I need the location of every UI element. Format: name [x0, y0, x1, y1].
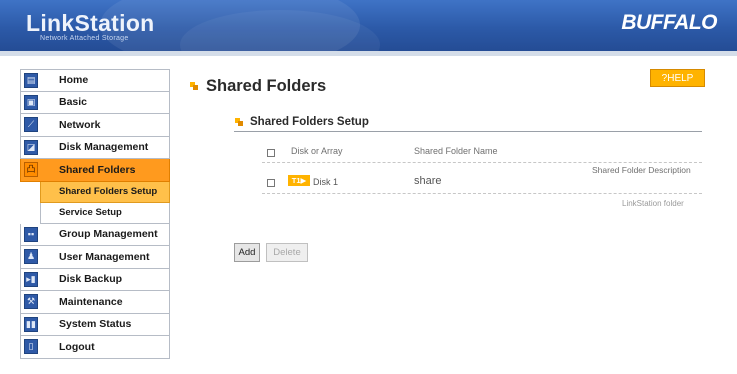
user-icon: ♟: [24, 249, 38, 264]
section-title: Shared Folders Setup: [250, 116, 369, 128]
table-divider: [262, 193, 702, 194]
maintenance-icon: ⚒: [24, 294, 38, 309]
page-title: Shared Folders: [206, 77, 327, 95]
sidebar-item-disk-backup[interactable]: ▸▮ Disk Backup: [20, 268, 170, 291]
sidebar-item-maintenance[interactable]: ⚒ Maintenance: [20, 291, 170, 314]
column-header-disk: Disk or Array: [291, 146, 343, 156]
sidebar-item-basic[interactable]: ▣ Basic: [20, 91, 170, 114]
sidebar-item-label: Disk Management: [59, 141, 149, 154]
section-divider: [234, 131, 702, 132]
shared-folders-icon: 凸: [24, 162, 38, 177]
table-divider: [262, 162, 702, 163]
sidebar-nav: ▤ Home ▣ Basic ⟋ Network ◪ Disk Manageme…: [20, 69, 170, 359]
row-disk: Disk 1: [313, 177, 339, 187]
backup-icon: ▸▮: [24, 271, 38, 287]
sidebar-item-label: Logout: [59, 340, 95, 353]
sidebar-item-home[interactable]: ▤ Home: [20, 69, 170, 92]
linkstation-logo: LinkStation: [26, 10, 155, 36]
sidebar-subitem-label: Shared Folders Setup: [59, 186, 158, 197]
header-divider: [0, 51, 737, 56]
column-header-description: Shared Folder Description: [592, 165, 691, 175]
buffalo-logo: BUFFALO: [621, 11, 717, 34]
delete-button[interactable]: Delete: [266, 243, 308, 262]
sidebar-subitem-shared-folders-setup[interactable]: Shared Folders Setup: [40, 181, 170, 203]
logout-icon: ▯: [24, 339, 38, 354]
sidebar-item-label: Maintenance: [59, 295, 123, 308]
sidebar-item-label: Home: [59, 74, 89, 87]
section-bullet-icon: [235, 118, 243, 126]
sidebar-item-label: Group Management: [59, 228, 158, 241]
network-icon: ⟋: [24, 117, 38, 132]
sidebar-subitem-label: Service Setup: [59, 207, 122, 218]
title-bullet-icon: [190, 82, 198, 90]
sidebar-item-label: Disk Backup: [59, 273, 123, 286]
sidebar-item-network[interactable]: ⟋ Network: [20, 114, 170, 137]
status-icon: ▮▮: [24, 316, 38, 332]
sidebar-item-label: Network: [59, 118, 101, 131]
group-icon: ▪▪: [24, 226, 38, 242]
help-button[interactable]: ?HELP: [650, 69, 705, 87]
sidebar-subitem-service-setup[interactable]: Service Setup: [40, 202, 170, 224]
logo-subtitle: Network Attached Storage: [40, 35, 129, 42]
sidebar-item-label: Shared Folders: [59, 163, 136, 176]
sidebar-item-label: Basic: [59, 96, 88, 109]
basic-icon: ▣: [24, 94, 38, 110]
sidebar-item-group-management[interactable]: ▪▪ Group Management: [20, 223, 170, 246]
row-description: LinkStation folder: [622, 199, 684, 208]
sidebar-item-shared-folders[interactable]: 凸 Shared Folders: [20, 159, 170, 182]
add-button[interactable]: Add: [234, 243, 260, 262]
row-folder-name[interactable]: share: [414, 175, 442, 187]
sidebar-item-user-management[interactable]: ♟ User Management: [20, 246, 170, 269]
column-header-folder-name: Shared Folder Name: [414, 146, 498, 156]
disk-tag-icon: T1▶: [288, 175, 310, 186]
sidebar-item-label: User Management: [59, 250, 150, 263]
sidebar-item-logout[interactable]: ▯ Logout: [20, 336, 170, 359]
select-all-checkbox[interactable]: [267, 149, 275, 157]
sidebar-item-system-status[interactable]: ▮▮ System Status: [20, 313, 170, 336]
sidebar-item-label: System Status: [59, 318, 132, 331]
row-checkbox[interactable]: [267, 179, 275, 187]
home-icon: ▤: [24, 73, 38, 88]
disk-management-icon: ◪: [24, 139, 38, 155]
sidebar-item-disk-management[interactable]: ◪ Disk Management: [20, 136, 170, 159]
app-header: LinkStation Network Attached Storage BUF…: [0, 0, 737, 51]
